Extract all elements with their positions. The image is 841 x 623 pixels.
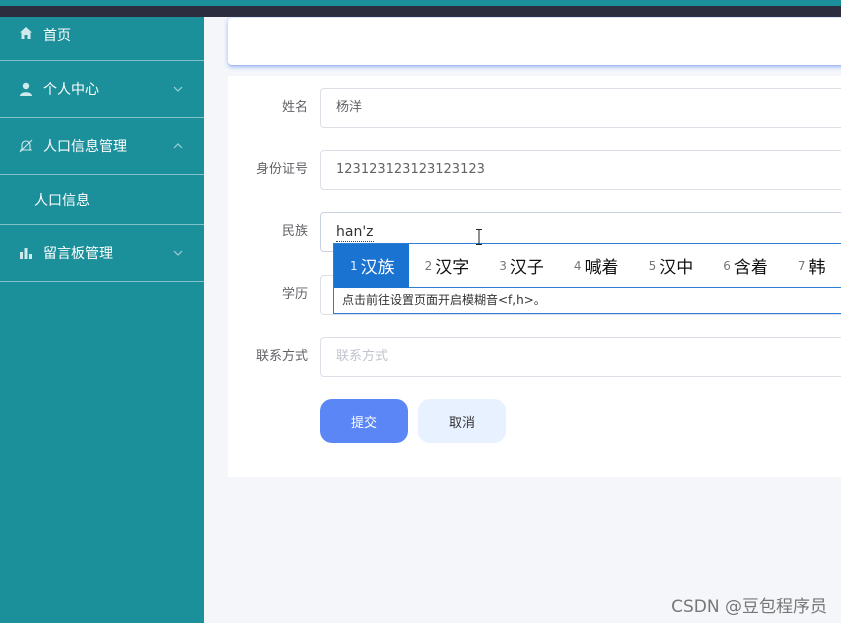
top-accent-bar bbox=[0, 0, 841, 6]
education-label: 学历 bbox=[281, 287, 308, 302]
ime-candidate[interactable]: 6 含着 bbox=[707, 244, 782, 288]
sidebar-item-label: 首页 bbox=[43, 28, 71, 44]
top-bar bbox=[0, 0, 841, 17]
sidebar-item-label: 个人中心 bbox=[43, 82, 99, 98]
sidebar-item-label: 人口信息管理 bbox=[43, 139, 127, 155]
name-label: 姓名 bbox=[281, 100, 308, 115]
chevron-down-icon bbox=[172, 247, 184, 259]
sidebar-item-message-board[interactable]: 留言板管理 bbox=[0, 225, 204, 282]
ime-composition-text: han'z bbox=[336, 224, 374, 242]
form-row-name: 姓名 杨洋 bbox=[228, 88, 841, 128]
ime-candidate[interactable]: 7韩 bbox=[782, 244, 840, 288]
id-card-input[interactable]: 123123123123123123 bbox=[320, 150, 841, 190]
breadcrumb-card bbox=[228, 18, 841, 66]
cancel-button[interactable]: 取消 bbox=[418, 399, 506, 443]
bell-slash-icon bbox=[18, 138, 34, 154]
sidebar-item-population-mgmt[interactable]: 人口信息管理 bbox=[0, 118, 204, 175]
ime-candidate[interactable]: 1 汉族 bbox=[334, 243, 409, 288]
ime-candidate-list: 1 汉族 2 汉字 3 汉子 4 喊着 5 汉中 6 含着 7韩 bbox=[334, 243, 841, 288]
form-row-contact: 联系方式 联系方式 bbox=[228, 337, 841, 377]
chevron-up-icon bbox=[172, 140, 184, 152]
ethnicity-label: 民族 bbox=[281, 224, 308, 239]
sidebar-item-profile[interactable]: 个人中心 bbox=[0, 61, 204, 118]
chevron-down-icon bbox=[172, 83, 184, 95]
ime-candidate[interactable]: 4 喊着 bbox=[558, 244, 633, 288]
home-icon bbox=[18, 25, 34, 41]
id-card-label: 身份证号 bbox=[255, 162, 308, 177]
sidebar: 首页 个人中心 人口信息管理 人口信息 留言板管理 bbox=[0, 17, 204, 623]
ime-candidate-window: 1 汉族 2 汉字 3 汉子 4 喊着 5 汉中 6 含着 7韩 点击前往设置页面开启模糊音… bbox=[333, 243, 841, 314]
contact-input[interactable]: 联系方式 bbox=[320, 337, 841, 377]
ime-fuzzy-pinyin-hint[interactable]: 点击前往设置页面开启模糊音<f,h>。 bbox=[334, 288, 841, 314]
sidebar-subitem-population-info[interactable]: 人口信息 bbox=[0, 175, 204, 225]
ime-candidate[interactable]: 2 汉字 bbox=[409, 244, 484, 288]
watermark: CSDN @豆包程序员 bbox=[671, 597, 827, 617]
ime-candidate[interactable]: 3 汉子 bbox=[483, 244, 558, 288]
sidebar-item-home[interactable]: 首页 bbox=[0, 17, 204, 61]
form-row-id-card: 身份证号 123123123123123123 bbox=[228, 150, 841, 190]
text-cursor-icon bbox=[476, 229, 482, 245]
sidebar-subitem-label: 人口信息 bbox=[34, 192, 90, 209]
user-icon bbox=[18, 81, 34, 97]
sidebar-item-label: 留言板管理 bbox=[43, 246, 113, 262]
submit-button[interactable]: 提交 bbox=[320, 399, 408, 443]
ime-candidate[interactable]: 5 汉中 bbox=[633, 244, 708, 288]
contact-label: 联系方式 bbox=[255, 349, 308, 364]
name-input[interactable]: 杨洋 bbox=[320, 88, 841, 128]
bar-chart-icon bbox=[18, 245, 34, 261]
